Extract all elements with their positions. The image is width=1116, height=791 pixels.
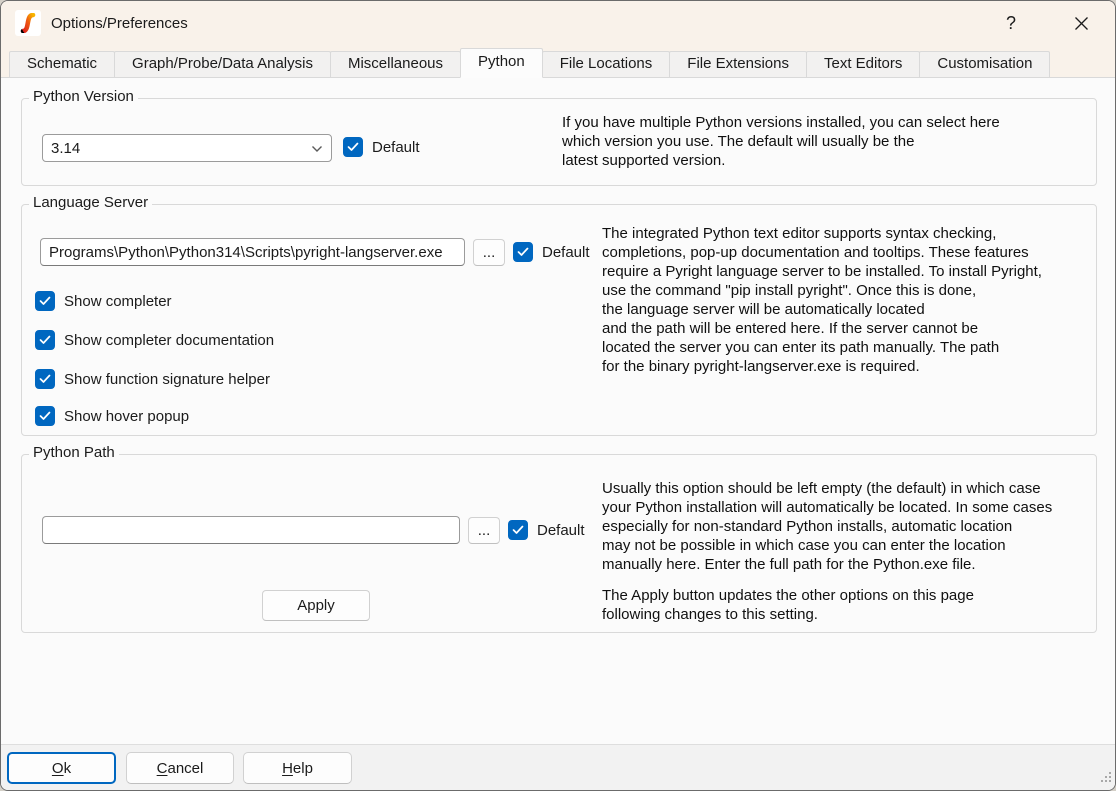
chevron-down-icon bbox=[311, 140, 323, 157]
python-version-select[interactable]: 3.14 bbox=[42, 134, 332, 162]
tab-graph-probe-data-analysis[interactable]: Graph/Probe/Data Analysis bbox=[114, 51, 331, 77]
python-path-browse-button[interactable]: ... bbox=[468, 517, 500, 544]
check-icon bbox=[35, 406, 55, 426]
apply-button[interactable]: Apply bbox=[262, 590, 370, 621]
options-preferences-dialog: Options/Preferences ? Schematic Graph/Pr… bbox=[0, 0, 1116, 791]
check-icon bbox=[35, 330, 55, 350]
show-function-signature-helper-checkbox[interactable]: Show function signature helper bbox=[35, 369, 270, 389]
python-path-group-label: Python Path bbox=[29, 444, 119, 461]
tab-file-locations[interactable]: File Locations bbox=[542, 51, 671, 77]
check-icon bbox=[35, 291, 55, 311]
close-icon[interactable] bbox=[1061, 6, 1101, 40]
language-server-default-checkbox[interactable]: Default bbox=[513, 242, 590, 262]
python-path-description-1: Usually this option should be left empty… bbox=[602, 479, 1102, 574]
default-checkbox-label: Default bbox=[537, 522, 585, 539]
python-version-description: If you have multiple Python versions ins… bbox=[562, 113, 1062, 170]
window-title: Options/Preferences bbox=[51, 15, 188, 32]
show-completer-documentation-checkbox[interactable]: Show completer documentation bbox=[35, 330, 274, 350]
resize-grip[interactable] bbox=[1099, 770, 1112, 787]
help-titlebar-button[interactable]: ? bbox=[991, 6, 1031, 40]
python-path-group: Python Path ... Default Apply Usually th… bbox=[21, 454, 1097, 633]
show-completer-label: Show completer bbox=[64, 293, 172, 310]
help-button[interactable]: Help bbox=[243, 752, 352, 784]
default-checkbox-label: Default bbox=[372, 139, 420, 156]
python-version-group-label: Python Version bbox=[29, 88, 138, 105]
show-function-signature-helper-label: Show function signature helper bbox=[64, 371, 270, 388]
default-checkbox-label: Default bbox=[542, 244, 590, 261]
ok-button[interactable]: Ok bbox=[7, 752, 116, 784]
title-bar[interactable]: Options/Preferences ? bbox=[1, 1, 1115, 45]
show-completer-documentation-label: Show completer documentation bbox=[64, 332, 274, 349]
show-completer-checkbox[interactable]: Show completer bbox=[35, 291, 172, 311]
app-logo-icon bbox=[15, 10, 41, 36]
python-version-group: Python Version 3.14 Default If you have … bbox=[21, 98, 1097, 186]
check-icon bbox=[343, 137, 363, 157]
python-version-default-checkbox[interactable]: Default bbox=[343, 137, 420, 157]
tab-schematic[interactable]: Schematic bbox=[9, 51, 115, 77]
language-server-path-input[interactable] bbox=[40, 238, 465, 266]
tab-text-editors[interactable]: Text Editors bbox=[806, 51, 920, 77]
tab-miscellaneous[interactable]: Miscellaneous bbox=[330, 51, 461, 77]
show-hover-popup-label: Show hover popup bbox=[64, 408, 189, 425]
tab-customisation[interactable]: Customisation bbox=[919, 51, 1050, 77]
tab-bar: Schematic Graph/Probe/Data Analysis Misc… bbox=[1, 45, 1115, 78]
check-icon bbox=[513, 242, 533, 262]
check-icon bbox=[35, 369, 55, 389]
python-version-value: 3.14 bbox=[51, 140, 311, 157]
python-path-description-2: The Apply button updates the other optio… bbox=[602, 586, 1102, 624]
tab-file-extensions[interactable]: File Extensions bbox=[669, 51, 807, 77]
tab-python[interactable]: Python bbox=[460, 48, 543, 78]
show-hover-popup-checkbox[interactable]: Show hover popup bbox=[35, 406, 189, 426]
cancel-button[interactable]: Cancel bbox=[126, 752, 234, 784]
language-server-description: The integrated Python text editor suppor… bbox=[602, 224, 1092, 376]
language-server-group-label: Language Server bbox=[29, 194, 152, 211]
language-server-browse-button[interactable]: ... bbox=[473, 239, 505, 266]
dialog-button-bar: Ok Cancel Help bbox=[1, 744, 1115, 790]
check-icon bbox=[508, 520, 528, 540]
language-server-group: Language Server ... Default Show complet… bbox=[21, 204, 1097, 436]
python-path-default-checkbox[interactable]: Default bbox=[508, 520, 585, 540]
python-tab-page: Python Version 3.14 Default If you have … bbox=[1, 78, 1115, 744]
python-path-input[interactable] bbox=[42, 516, 460, 544]
